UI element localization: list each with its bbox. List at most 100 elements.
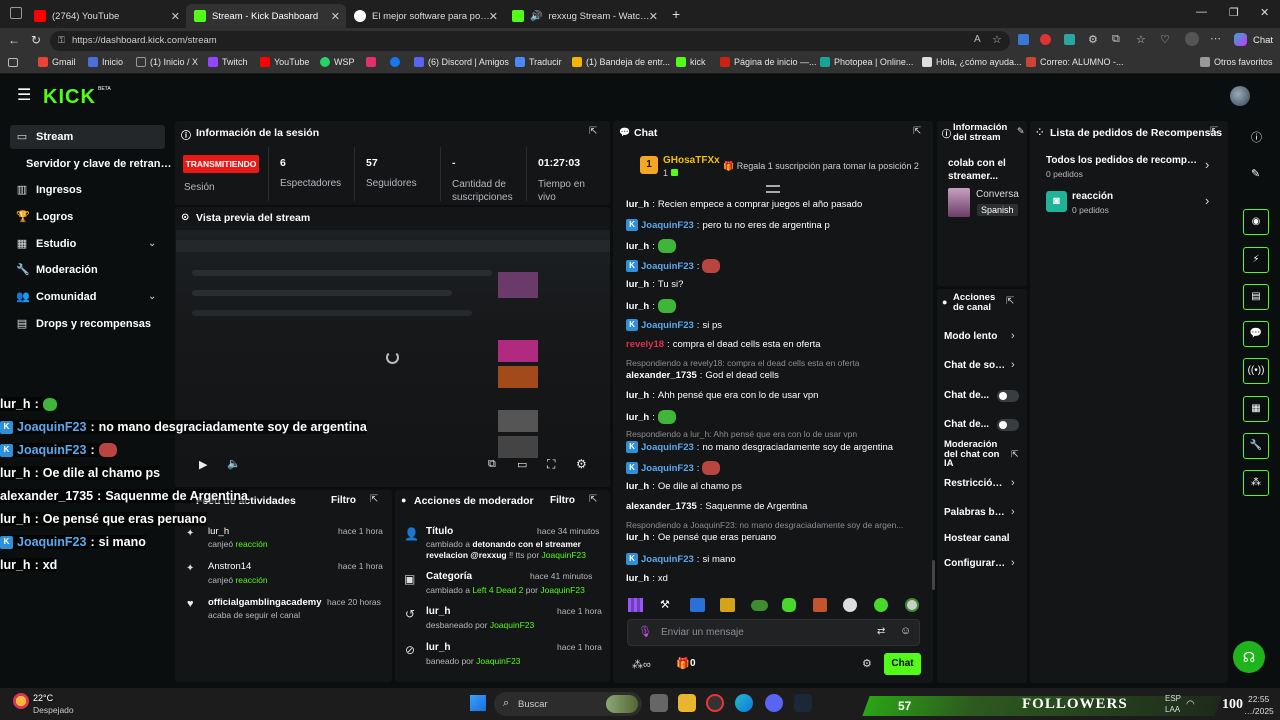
- action-host-channel[interactable]: Hostear canal: [944, 533, 1016, 544]
- bookmark-discord[interactable]: (6) Discord | Amigos: [414, 57, 509, 67]
- rail-broadcast-button[interactable]: ((•)): [1243, 358, 1269, 384]
- emote-icon[interactable]: [690, 598, 705, 612]
- bookmark-twitch[interactable]: Twitch: [208, 57, 248, 67]
- bookmark-wsp[interactable]: WSP: [320, 57, 355, 67]
- chat-username[interactable]: JoaquinF23: [641, 463, 694, 474]
- user-avatar[interactable]: [1230, 86, 1250, 106]
- reward-item-name[interactable]: reacción: [1072, 191, 1113, 202]
- support-headset-icon[interactable]: ☊: [1233, 641, 1265, 673]
- action-slow-mode[interactable]: Modo lento: [944, 331, 1006, 342]
- sidebar-item-ingresos[interactable]: ▥ Ingresos: [16, 184, 82, 196]
- copilot-icon[interactable]: [1234, 33, 1247, 46]
- emote-icon[interactable]: [782, 598, 796, 612]
- chat-username[interactable]: lur_h: [626, 301, 649, 312]
- chevron-right-icon[interactable]: ›: [1011, 477, 1015, 489]
- chat-toggle-switch[interactable]: [997, 419, 1019, 431]
- bookmark-youtube[interactable]: YouTube: [260, 57, 309, 67]
- activity-user[interactable]: lur_h: [208, 526, 229, 537]
- volume-icon[interactable]: 🔈: [227, 457, 241, 470]
- task-view-icon[interactable]: [650, 694, 668, 712]
- chat-username[interactable]: lur_h: [626, 573, 649, 584]
- site-info-icon[interactable]: ⚿: [58, 35, 65, 46]
- edge-icon[interactable]: [735, 694, 753, 712]
- action-restriction[interactable]: Restricción d: [944, 478, 1006, 489]
- app-icon[interactable]: [706, 694, 724, 712]
- info-icon[interactable]: ⓘ: [1251, 129, 1262, 145]
- edit-pencil-icon[interactable]: ✎: [1251, 167, 1260, 180]
- chat-username[interactable]: revely18: [626, 339, 664, 350]
- bookmark-otros-favoritos[interactable]: Otros favoritos: [1200, 57, 1273, 67]
- extension-icon[interactable]: [1018, 34, 1029, 45]
- action-ai-moderation[interactable]: Moderación del chat con IA: [944, 440, 1006, 469]
- more-icon[interactable]: ⋯: [1210, 32, 1221, 45]
- bookmark-hola[interactable]: Hola, ¿cómo ayuda...: [922, 57, 1022, 67]
- split-screen-icon[interactable]: ⧉: [1112, 33, 1120, 46]
- mod-filter-button[interactable]: Filtro: [550, 495, 575, 506]
- chat-username[interactable]: JoaquinF23: [641, 320, 694, 331]
- sidebar-item-servidor[interactable]: Servidor y clave de retransmisión: [26, 158, 174, 170]
- chat-username[interactable]: JoaquinF23: [641, 220, 694, 231]
- rail-list-button[interactable]: ▦: [1243, 396, 1269, 422]
- language-code[interactable]: ESP: [1165, 694, 1181, 703]
- close-icon[interactable]: ✕: [489, 10, 498, 23]
- kick-logo[interactable]: KICK: [43, 86, 96, 109]
- bookmark-bandeja[interactable]: (1) Bandeja de entr...: [572, 57, 670, 67]
- chat-username[interactable]: JoaquinF23: [641, 442, 694, 453]
- gift-promo[interactable]: 🎁 Regala 1 suscripción para tomar la pos…: [723, 161, 919, 172]
- discord-icon[interactable]: [765, 694, 783, 712]
- rail-chat-button[interactable]: 💬: [1243, 321, 1269, 347]
- chevron-right-icon[interactable]: ›: [1011, 557, 1015, 569]
- chat-scrollbar[interactable]: [932, 560, 935, 590]
- sidebar-item-estudio[interactable]: ▦ Estudio: [16, 238, 77, 250]
- popout-icon[interactable]: ⇱: [1006, 296, 1014, 307]
- chat-username[interactable]: lur_h: [626, 241, 649, 252]
- popout-icon[interactable]: ⇱: [589, 494, 597, 505]
- popout-icon[interactable]: ⇱: [370, 494, 378, 505]
- chevron-down-icon[interactable]: ⌄: [148, 238, 156, 249]
- chat-username[interactable]: alexander_1735: [626, 501, 697, 512]
- chevron-right-icon[interactable]: ›: [1011, 330, 1015, 342]
- bookmark-inicio[interactable]: Inicio: [88, 57, 123, 67]
- activity-user[interactable]: Anstron14: [208, 561, 251, 572]
- chat-username[interactable]: lur_h: [626, 412, 649, 423]
- bookmark-correo[interactable]: Correo: ALUMNO -...: [1026, 57, 1124, 67]
- points-icon[interactable]: ⁂∞: [632, 658, 651, 671]
- close-window-icon[interactable]: ✕: [1260, 6, 1269, 19]
- tab-software[interactable]: El mejor software para potenciar tu ✕: [346, 4, 504, 28]
- chevron-right-icon[interactable]: ›: [1011, 359, 1015, 371]
- emote-icon[interactable]: [720, 598, 735, 612]
- bookmark-facebook[interactable]: [390, 57, 400, 67]
- bookmark-kick[interactable]: kick: [676, 57, 706, 67]
- bookmark-photopea[interactable]: Photopea | Online...: [820, 57, 913, 67]
- popout-icon[interactable]: ⇱: [589, 126, 597, 137]
- emote-icon[interactable]: [813, 598, 827, 612]
- pip-icon[interactable]: ⧉: [488, 458, 496, 471]
- chevron-right-icon[interactable]: ›: [1011, 506, 1015, 518]
- puzzle-icon[interactable]: ⚙: [1088, 33, 1098, 46]
- minimize-icon[interactable]: —: [1196, 6, 1207, 18]
- chat-username[interactable]: lur_h: [626, 279, 649, 290]
- popout-icon[interactable]: ⇱: [913, 126, 921, 137]
- emote-icon[interactable]: [751, 600, 768, 611]
- edit-pencil-icon[interactable]: ✎: [1017, 126, 1025, 137]
- top-gifter-name[interactable]: GHosaTFXx: [663, 155, 720, 166]
- fullscreen-icon[interactable]: ⛶: [547, 457, 555, 472]
- play-icon[interactable]: ▶: [199, 458, 207, 471]
- send-chat-button[interactable]: Chat: [884, 653, 921, 675]
- rail-users-button[interactable]: ⁂: [1243, 470, 1269, 496]
- hamburger-menu-icon[interactable]: ☰: [17, 88, 31, 104]
- rail-camera-button[interactable]: ◉: [1243, 209, 1269, 235]
- extension-icon[interactable]: [1064, 34, 1075, 45]
- sidebar-item-drops[interactable]: ▤ Drops y recompensas: [16, 318, 151, 330]
- sidebar-item-logros[interactable]: 🏆 Logros: [16, 211, 73, 223]
- rail-lightning-button[interactable]: ⚡: [1243, 247, 1269, 273]
- chat-username[interactable]: lur_h: [626, 532, 649, 543]
- steam-icon[interactable]: [794, 694, 812, 712]
- chat-settings-gear-icon[interactable]: ⚙: [862, 657, 872, 670]
- reload-icon[interactable]: ↻: [31, 33, 41, 47]
- read-aloud-icon[interactable]: A: [974, 34, 981, 45]
- chat-username[interactable]: JoaquinF23: [641, 554, 694, 565]
- clock-time[interactable]: 22:55: [1248, 694, 1269, 704]
- chevron-right-icon[interactable]: ›: [1205, 157, 1209, 172]
- chat-toggle-switch[interactable]: [997, 390, 1019, 402]
